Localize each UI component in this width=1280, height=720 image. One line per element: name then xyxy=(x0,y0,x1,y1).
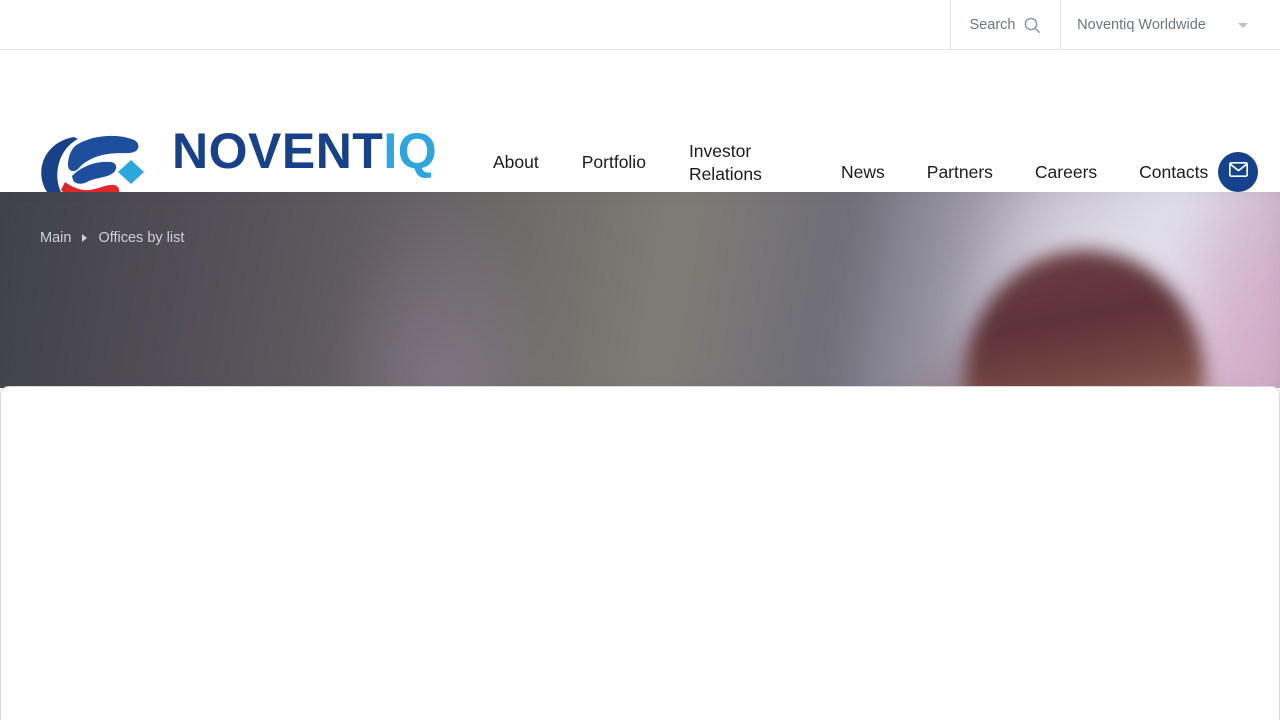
nav-item-about[interactable]: About xyxy=(493,151,539,174)
nav-item-portfolio[interactable]: Portfolio xyxy=(582,151,646,174)
envelope-icon xyxy=(1228,161,1248,182)
site-header: NOVENTIQ Global expertise, local outcome… xyxy=(0,51,1280,229)
breadcrumb-separator-icon xyxy=(82,234,88,242)
nav-item-partners[interactable]: Partners xyxy=(927,161,993,184)
breadcrumb-item-offices-by-list[interactable]: Offices by list xyxy=(98,230,184,246)
logo-word-light: IQ xyxy=(383,123,438,179)
breadcrumb-item-main[interactable]: Main xyxy=(40,230,71,246)
chevron-down-icon xyxy=(1238,22,1248,28)
region-caret-area[interactable] xyxy=(1228,0,1280,50)
region-selector[interactable]: Noventiq Worldwide xyxy=(1060,0,1228,50)
logo-word-dark: NOVENT xyxy=(172,123,384,179)
breadcrumb: Main Offices by list xyxy=(40,230,184,246)
cookie-consent-banner xyxy=(0,386,1280,720)
nav-item-news[interactable]: News xyxy=(841,161,885,184)
hero-banner xyxy=(0,192,1280,388)
nav-item-investor-relations[interactable]: Investor Relations xyxy=(689,140,762,186)
primary-nav-right: News Partners Careers Contacts xyxy=(841,161,1208,184)
search-icon xyxy=(1024,17,1041,34)
contact-mail-button[interactable] xyxy=(1218,152,1258,192)
page-root: Search Noventiq Worldwide NOVENTIQ About… xyxy=(0,0,1280,720)
nav-item-contacts[interactable]: Contacts xyxy=(1139,161,1208,184)
search-button[interactable]: Search xyxy=(950,0,1060,50)
primary-nav-left: About Portfolio Investor Relations xyxy=(493,141,762,186)
logo-wordmark: NOVENTIQ xyxy=(172,125,437,177)
search-label: Search xyxy=(969,17,1016,33)
region-label: Noventiq Worldwide xyxy=(1077,17,1206,33)
top-utility-bar: Search Noventiq Worldwide xyxy=(0,0,1280,50)
nav-item-careers[interactable]: Careers xyxy=(1035,161,1097,184)
